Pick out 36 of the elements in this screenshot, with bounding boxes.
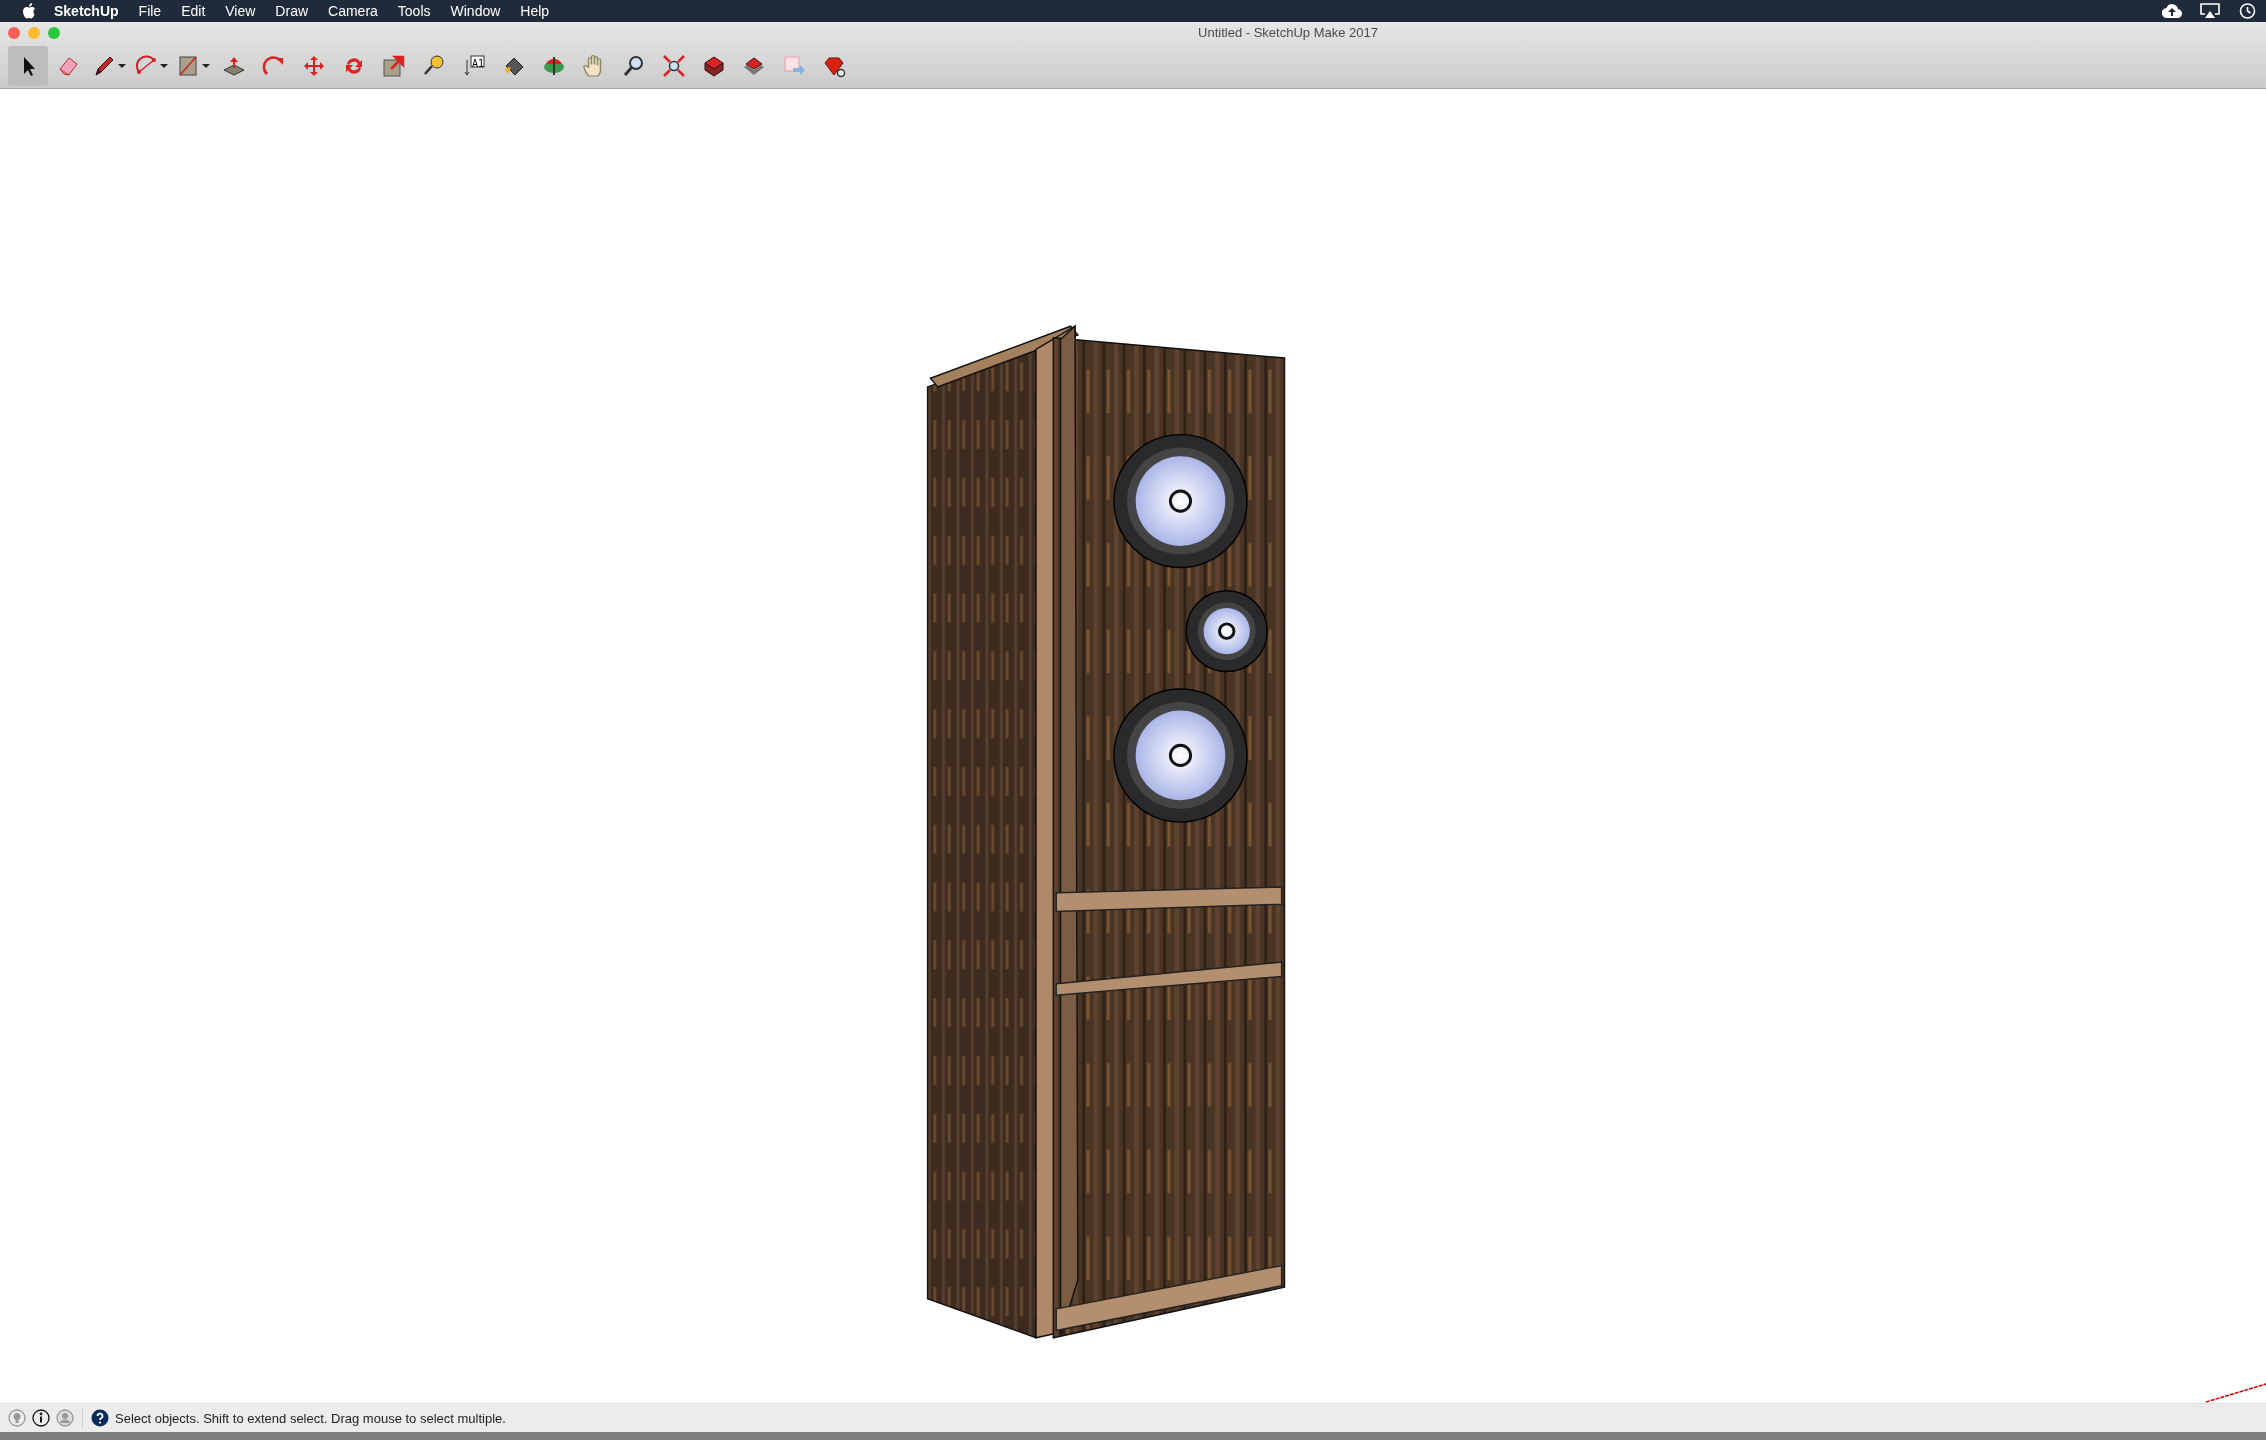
window-title: Untitled - SketchUp Make 2017 bbox=[1198, 25, 1378, 40]
caret-icon bbox=[160, 64, 168, 68]
cloud-upload-icon[interactable] bbox=[2162, 4, 2182, 18]
zoom-icon bbox=[622, 54, 646, 78]
rectangle-icon bbox=[176, 54, 200, 78]
ruby-gem-icon bbox=[822, 54, 846, 78]
text-tool-label: A1 bbox=[472, 58, 485, 69]
orbit-icon bbox=[542, 54, 566, 78]
tool-button[interactable] bbox=[8, 46, 48, 86]
menu-item[interactable]: Tools bbox=[387, 3, 441, 19]
move-icon bbox=[302, 54, 326, 78]
menu-item[interactable]: View bbox=[215, 3, 266, 19]
apple-logo-icon[interactable] bbox=[22, 3, 36, 19]
zoom-extents-icon bbox=[662, 54, 686, 78]
info-icon[interactable] bbox=[32, 1409, 50, 1427]
scale-icon bbox=[382, 54, 406, 78]
axis-line bbox=[2206, 1383, 2266, 1403]
menu-item[interactable]: Edit bbox=[171, 3, 216, 19]
menu-item[interactable]: Draw bbox=[265, 3, 319, 19]
help-icon[interactable] bbox=[91, 1409, 109, 1427]
menu-item[interactable]: File bbox=[128, 3, 172, 19]
airplay-icon[interactable] bbox=[2200, 3, 2220, 19]
send-document-icon bbox=[782, 54, 806, 78]
caret-icon bbox=[118, 64, 126, 68]
curved-arrow-icon bbox=[262, 54, 286, 78]
menu-item[interactable]: Help bbox=[510, 3, 560, 19]
text-icon bbox=[462, 54, 486, 78]
pencil-icon bbox=[92, 54, 116, 78]
tool-button[interactable]: A1 bbox=[454, 46, 494, 86]
menu-item[interactable]: Window bbox=[440, 3, 511, 19]
status-message: Select objects. Shift to extend select. Drag mouse to select multiple. bbox=[115, 1410, 506, 1426]
app-menu[interactable]: SketchUp bbox=[44, 3, 129, 19]
menu-item[interactable]: Camera bbox=[318, 3, 388, 19]
clock-icon[interactable] bbox=[2238, 2, 2256, 20]
box-icon bbox=[702, 54, 726, 78]
caret-icon bbox=[202, 64, 210, 68]
